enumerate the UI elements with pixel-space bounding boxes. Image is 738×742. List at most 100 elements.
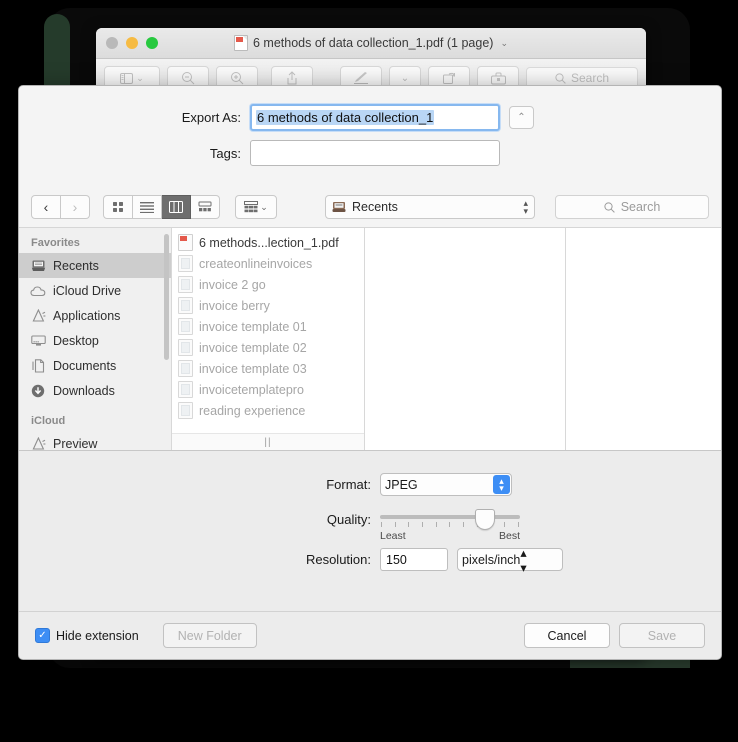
cancel-label: Cancel	[547, 628, 587, 643]
export-as-value: 6 methods of data collection_1	[256, 110, 435, 125]
slider-thumb[interactable]	[475, 509, 495, 530]
sidebar-section-favorites: Favorites	[31, 237, 80, 249]
group-by-button[interactable]: ⌄	[235, 195, 277, 219]
window-title: 6 methods of data collection_1.pdf (1 pa…	[234, 35, 508, 51]
applications-icon	[30, 308, 46, 324]
list-view-button[interactable]	[133, 195, 162, 219]
file-name: 6 methods...lection_1.pdf	[199, 235, 339, 250]
resolution-unit-dropdown[interactable]: pixels/inch ▴ ▾	[457, 546, 563, 575]
list-item[interactable]: invoice template 02	[172, 337, 364, 358]
window-title-text: 6 methods of data collection_1.pdf (1 pa…	[253, 36, 494, 50]
navigation-buttons[interactable]: ‹ ›	[31, 195, 90, 219]
generic-file-icon	[178, 339, 193, 356]
expand-dialog-button[interactable]: ⌃	[509, 106, 534, 129]
recents-icon	[332, 202, 346, 212]
cloud-icon	[30, 283, 46, 299]
quality-least-label: Least	[380, 530, 406, 542]
preview-column	[365, 228, 566, 450]
file-search-field[interactable]: Search	[555, 195, 709, 219]
list-item[interactable]: 6 methods...lection_1.pdf	[172, 232, 364, 253]
list-item[interactable]: invoice 2 go	[172, 274, 364, 295]
sidebar-item-label: Desktop	[53, 333, 99, 348]
desktop-icon	[30, 333, 46, 349]
sidebar-item-applications[interactable]: Applications	[19, 303, 171, 328]
title-chevron-down-icon[interactable]: ⌄	[500, 38, 508, 49]
column-view-button[interactable]	[162, 195, 191, 219]
generic-file-icon	[178, 402, 193, 419]
sidebar-item-documents[interactable]: Documents	[19, 353, 171, 378]
preview-search-placeholder: Search	[570, 71, 610, 85]
quality-slider[interactable]: Least Best	[380, 509, 520, 542]
tags-input[interactable]	[250, 140, 500, 166]
chevron-up-icon: ⌃	[517, 112, 526, 123]
resolution-label: Resolution:	[305, 552, 371, 567]
hide-extension-label: Hide extension	[56, 628, 139, 643]
file-search-placeholder: Search	[620, 200, 661, 214]
sidebar-scrollbar[interactable]	[164, 234, 169, 360]
file-name: reading experience	[199, 403, 306, 418]
generic-file-icon	[178, 276, 193, 293]
slider-track	[380, 515, 520, 519]
icon-view-button[interactable]	[103, 195, 133, 219]
sidebar: Favorites Recents iCloud Drive Applicati…	[19, 228, 172, 450]
quality-best-label: Best	[498, 530, 520, 542]
generic-file-icon	[178, 297, 193, 314]
file-name: invoicetemplatepro	[199, 382, 304, 397]
location-stepper-icon: ▴ ▾	[523, 198, 528, 216]
new-folder-button[interactable]: New Folder	[162, 623, 257, 648]
unit-stepper-icon: ▴ ▾	[520, 545, 527, 575]
resolution-unit-value: pixels/inch	[462, 552, 521, 567]
sidebar-item-label: iCloud Drive	[53, 283, 122, 298]
pdf-document-icon	[234, 35, 248, 51]
cancel-button[interactable]: Cancel	[524, 623, 610, 648]
sidebar-item-recents[interactable]: Recents	[19, 253, 171, 278]
sidebar-item-label: Applications	[53, 308, 121, 323]
documents-icon	[30, 358, 46, 374]
resolution-input[interactable]: 150	[380, 548, 448, 571]
column-resize-handle[interactable]: ||	[172, 433, 364, 450]
list-item[interactable]: reading experience	[172, 400, 364, 421]
location-dropdown[interactable]: Recents ▴ ▾	[325, 195, 535, 219]
generic-file-icon	[178, 381, 193, 398]
sidebar-item-label: Downloads	[53, 383, 115, 398]
minimize-button[interactable]	[126, 37, 138, 49]
forward-button[interactable]: ›	[61, 195, 90, 219]
sidebar-item-preview[interactable]: Preview	[19, 431, 171, 450]
sidebar-item-label: Documents	[53, 358, 117, 373]
export-fields: Export As: 6 methods of data collection_…	[19, 86, 721, 189]
resize-grip-icon: ||	[264, 436, 272, 448]
window-controls[interactable]	[106, 37, 158, 49]
group-by-icon	[244, 201, 259, 213]
tags-label: Tags:	[209, 145, 241, 161]
format-dropdown[interactable]: JPEG ▴ ▾	[380, 473, 512, 496]
sidebar-item-downloads[interactable]: Downloads	[19, 378, 171, 403]
export-as-row: Export As: 6 methods of data collection_…	[19, 104, 721, 131]
sidebar-item-desktop[interactable]: Desktop	[19, 328, 171, 353]
sidebar-item-icloud-drive[interactable]: iCloud Drive	[19, 278, 171, 303]
zoom-button[interactable]	[146, 37, 158, 49]
close-button[interactable]	[106, 37, 118, 49]
file-name: invoice 2 go	[199, 277, 266, 292]
file-name: invoice template 03	[199, 361, 307, 376]
save-label: Save	[647, 628, 677, 643]
pdf-file-icon	[178, 234, 193, 251]
view-mode-buttons[interactable]	[103, 195, 220, 219]
export-as-input[interactable]: 6 methods of data collection_1	[250, 104, 500, 131]
list-item[interactable]: invoicetemplatepro	[172, 379, 364, 400]
list-item[interactable]: createonlineinvoices	[172, 253, 364, 274]
back-button[interactable]: ‹	[31, 195, 61, 219]
column-view-icon	[169, 201, 183, 213]
list-item[interactable]: invoice template 01	[172, 316, 364, 337]
chevron-left-icon: ‹	[43, 199, 49, 215]
gallery-view-button[interactable]	[191, 195, 220, 219]
format-value: JPEG	[385, 477, 418, 492]
list-item[interactable]: invoice template 03	[172, 358, 364, 379]
hide-extension-checkbox[interactable]: ✓ Hide extension	[35, 628, 139, 643]
format-label: Format:	[326, 477, 371, 492]
search-icon	[604, 201, 615, 213]
save-button[interactable]: Save	[619, 623, 705, 648]
list-item[interactable]: invoice berry	[172, 295, 364, 316]
list-view-icon	[140, 202, 154, 213]
preview-titlebar: 6 methods of data collection_1.pdf (1 pa…	[96, 28, 646, 59]
dialog-action-buttons: Cancel Save	[524, 623, 705, 648]
